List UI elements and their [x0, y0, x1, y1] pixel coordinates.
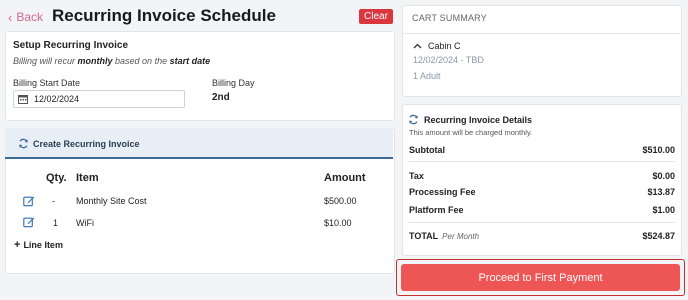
invoice-header-label: Create Recurring Invoice [33, 139, 140, 149]
setup-title: Setup Recurring Invoice [13, 40, 129, 51]
start-date-input[interactable]: 12/02/2024 [13, 90, 185, 108]
col-header-item: Item [76, 172, 99, 184]
subtotal-label: Subtotal [409, 145, 445, 155]
edit-icon[interactable] [23, 195, 35, 207]
col-header-amount: Amount [324, 172, 366, 184]
cart-summary-title: CART SUMMARY [412, 13, 487, 23]
row-qty: 1 [53, 218, 59, 228]
back-label: Back [16, 10, 44, 24]
divider [402, 33, 680, 34]
start-date-label: Billing Start Date [13, 78, 81, 88]
cart-guests: 1 Adult [413, 71, 441, 81]
chevron-up-icon [413, 43, 422, 49]
start-date-value: 12/02/2024 [34, 94, 80, 104]
add-line-item-button[interactable]: + Line Item [14, 239, 63, 251]
cart-site-name: Cabin C [428, 41, 461, 51]
per-month-label: Per Month [442, 232, 480, 241]
total-row: TOTAL Per Month $524.87 [409, 231, 675, 241]
back-button[interactable]: ‹ Back [8, 8, 43, 26]
billing-day-label: Billing Day [212, 78, 255, 88]
platform-fee-row: Platform Fee $1.00 [409, 205, 675, 215]
billing-day-value: 2nd [212, 92, 230, 103]
add-line-item-label: Line Item [23, 240, 63, 250]
processing-fee-value: $13.87 [647, 187, 675, 197]
total-value: $524.87 [642, 231, 675, 241]
platform-fee-label: Platform Fee [409, 205, 464, 215]
tax-value: $0.00 [652, 171, 675, 181]
divider [409, 222, 675, 223]
processing-fee-label: Processing Fee [409, 187, 476, 197]
refresh-icon [19, 138, 28, 149]
processing-fee-row: Processing Fee $13.87 [409, 187, 675, 197]
tax-label: Tax [409, 171, 424, 181]
cart-dates: 12/02/2024 - TBD [413, 55, 484, 65]
platform-fee-value: $1.00 [652, 205, 675, 215]
divider [409, 161, 675, 162]
calendar-icon [18, 95, 28, 104]
setup-subtitle: Billing will recur monthly based on the … [13, 56, 211, 66]
row-amount: $500.00 [324, 196, 357, 206]
tax-row: Tax $0.00 [409, 171, 675, 181]
edit-icon[interactable] [23, 216, 35, 228]
cart-item-toggle[interactable]: Cabin C [413, 41, 461, 51]
row-amount: $10.00 [324, 218, 352, 228]
details-title: Recurring Invoice Details [424, 115, 533, 125]
clear-button[interactable]: Clear [359, 9, 393, 24]
row-item: Monthly Site Cost [76, 196, 147, 206]
total-label: TOTAL Per Month [409, 231, 480, 241]
subtotal-row: Subtotal $510.00 [409, 145, 675, 155]
row-item: WiFi [76, 218, 94, 228]
page-title: Recurring Invoice Schedule [52, 6, 276, 25]
subtotal-value: $510.00 [642, 145, 675, 155]
refresh-icon [409, 114, 418, 125]
chevron-left-icon: ‹ [8, 9, 13, 25]
details-subtitle: This amount will be charged monthly. [409, 128, 533, 137]
col-header-qty: Qty. [46, 172, 67, 184]
row-qty: - [52, 196, 55, 206]
plus-icon: + [14, 239, 21, 251]
proceed-to-payment-button[interactable]: Proceed to First Payment [401, 264, 680, 291]
